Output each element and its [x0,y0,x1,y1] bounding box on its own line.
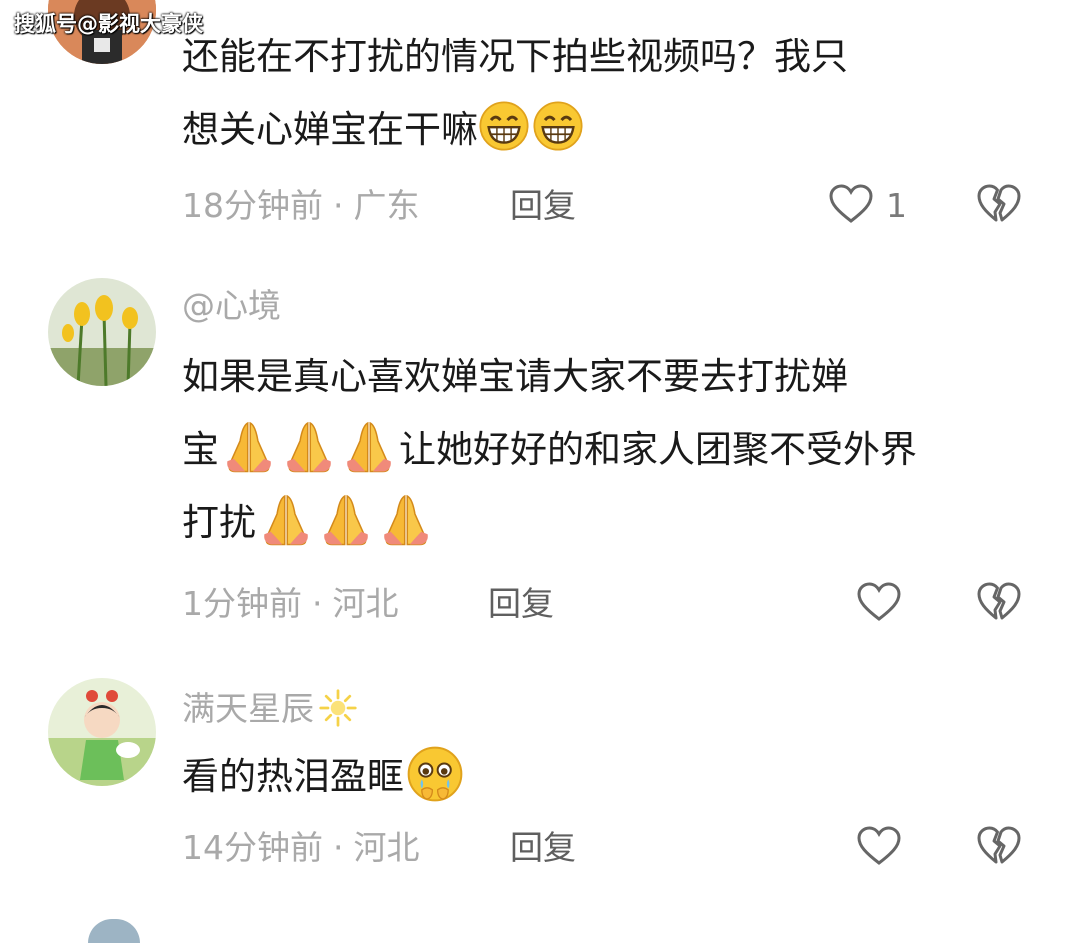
folded-hands-emoji-icon [258,491,314,547]
comment-location: 河北 [332,584,399,623]
folded-hands-emoji-icon [378,491,434,547]
separator: · [333,828,344,867]
reply-button[interactable]: 回复 [510,186,576,226]
watermark: 搜狐号@影视大豪侠 [14,12,203,36]
comment-username[interactable]: @心境 [182,286,281,326]
comment-text: 还能在不打扰的情况下拍些视频吗？我只 想关心婵宝在干嘛 [182,35,848,152]
comment-location: 广东 [353,186,420,225]
dislike-broken-heart-icon[interactable] [976,825,1022,867]
grinning-emoji-icon [532,100,584,152]
avatar[interactable] [48,678,156,786]
holding-back-tears-emoji-icon [406,745,464,803]
comment-meta: 1分钟前 · 河北 [182,584,399,624]
reply-button[interactable]: 回复 [510,828,576,868]
comment-username[interactable]: 满天星辰 [182,688,361,729]
avatar[interactable] [48,278,156,386]
folded-hands-emoji-icon [221,418,277,474]
flower-avatar-icon [48,278,156,386]
sparkle-sun-emoji-icon [318,688,358,728]
separator: · [312,584,323,623]
like-heart-icon[interactable] [828,183,874,225]
dislike-broken-heart-icon[interactable] [976,581,1022,623]
reply-button[interactable]: 回复 [488,584,554,624]
comment-text: 看的热泪盈眶 [182,740,1052,813]
comment-text: 如果是真心喜欢婵宝请大家不要去打扰婵 宝让她好好的和家人团聚不受外界 打扰 [182,340,1052,559]
separator: · [333,186,344,225]
comment-time: 18分钟前 [182,186,323,225]
folded-hands-emoji-icon [341,418,397,474]
next-comment-avatar[interactable] [88,919,140,943]
folded-hands-emoji-icon [318,491,374,547]
grinning-emoji-icon [478,100,530,152]
like-count: 1 [886,186,907,225]
comment-time: 14分钟前 [182,828,323,867]
folded-hands-emoji-icon [281,418,337,474]
comment-time: 1分钟前 [182,584,302,623]
like-heart-icon[interactable] [856,825,902,867]
comment-meta: 14分钟前 · 河北 [182,828,420,868]
dislike-broken-heart-icon[interactable] [976,183,1022,225]
cartoon-girl-avatar-icon [48,678,156,786]
comment-meta: 18分钟前 · 广东 [182,186,420,226]
like-heart-icon[interactable] [856,581,902,623]
comment-location: 河北 [353,828,420,867]
